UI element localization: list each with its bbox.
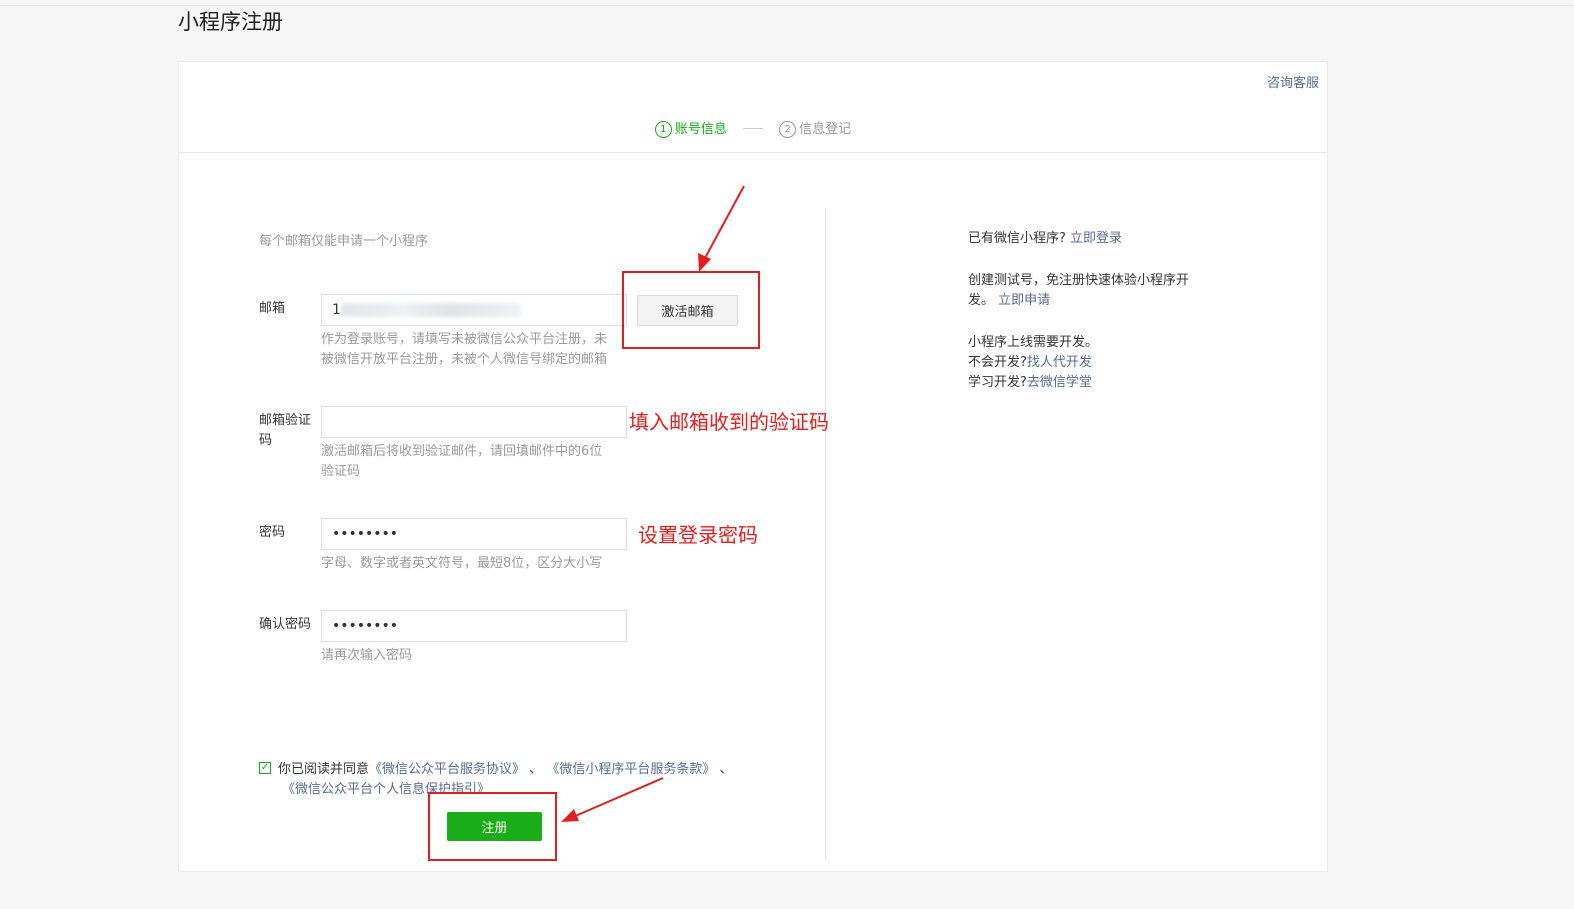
password-hint: 字母、数字或者英文符号，最短8位，区分大小写 [321,556,603,571]
highlight-register-button [428,792,557,861]
step-number: 1 [654,121,672,138]
verify-code-hint: 激活邮箱后将收到验证邮件，请回填邮件中的6位验证码 [321,444,603,479]
step-number: 2 [779,121,797,138]
step-info-registration: 2 信息登记 [779,118,851,138]
highlight-activate-button [622,271,760,349]
sidebar-outsource-text: 不会开发? [968,355,1027,370]
sidebar-learn-text: 学习开发? [968,375,1027,390]
sidebar-dev-info: 小程序上线需要开发。 不会开发?找人代开发 学习开发?去微信学堂 [968,333,1198,393]
sidebar-test-account: 创建测试号，免注册快速体验小程序开发。 立即申请 [968,271,1198,311]
consult-service-link[interactable]: 咨询客服 [1267,72,1319,91]
sidebar-login: 已有微信小程序? 立即登录 [968,229,1198,249]
agreement-prefix: 你已阅读并同意 [278,762,370,777]
password-label: 密码 [259,525,286,540]
step-account-info: 1 账号信息 [654,118,727,138]
confirm-password-label: 确认密码 [259,617,312,632]
agreement-separator: 、 [719,762,733,777]
annotation-password: 设置登录密码 [638,523,758,547]
find-developer-link[interactable]: 找人代开发 [1027,355,1092,370]
arrow-to-register-icon [561,777,664,822]
step-label: 账号信息 [674,122,727,137]
page-title: 小程序注册 [178,10,283,34]
email-redacted [340,303,521,317]
step-label: 信息登记 [799,122,852,137]
password-field[interactable]: •••••••• [321,518,627,550]
service-agreement-link[interactable]: 《微信公众平台服务协议》 [369,762,525,777]
form-tip: 每个邮箱仅能申请一个小程序 [259,234,429,249]
header-divider [179,152,1327,153]
login-now-link[interactable]: 立即登录 [1070,231,1122,246]
sidebar-learn-row: 学习开发?去微信学堂 [968,373,1198,393]
column-divider [825,208,826,861]
arrow-to-activate-icon [698,185,745,272]
registration-card: 咨询客服 1 账号信息 2 信息登记 每个邮箱仅能申请一个小程序 邮箱 1 作为登录… [178,61,1328,872]
confirm-password-hint: 请再次输入密码 [321,648,413,663]
email-value: 1 [332,302,341,318]
agreement-checkbox[interactable]: ✓ [259,762,271,774]
sidebar-outsource-row: 不会开发?找人代开发 [968,353,1198,373]
apply-now-link[interactable]: 立即申请 [998,293,1050,308]
agreement-separator: 、 [529,762,543,777]
wechat-academy-link[interactable]: 去微信学堂 [1027,375,1092,390]
step-separator [743,127,763,129]
email-label: 邮箱 [259,301,286,316]
annotation-verify-code: 填入邮箱收到的验证码 [629,410,829,434]
confirm-password-field[interactable]: •••••••• [321,610,627,642]
email-field[interactable]: 1 [321,294,627,326]
step-indicator: 1 账号信息 2 信息登记 [179,118,1327,138]
email-hint: 作为登录账号，请填写未被微信公众平台注册，未被微信开放平台注册，未被个人微信号绑… [321,332,608,367]
sidebar-dev-text: 小程序上线需要开发。 [968,335,1099,350]
verify-code-label: 邮箱验证码 [259,413,312,448]
verify-code-field[interactable] [321,406,627,438]
sidebar-login-text: 已有微信小程序? [968,231,1066,246]
